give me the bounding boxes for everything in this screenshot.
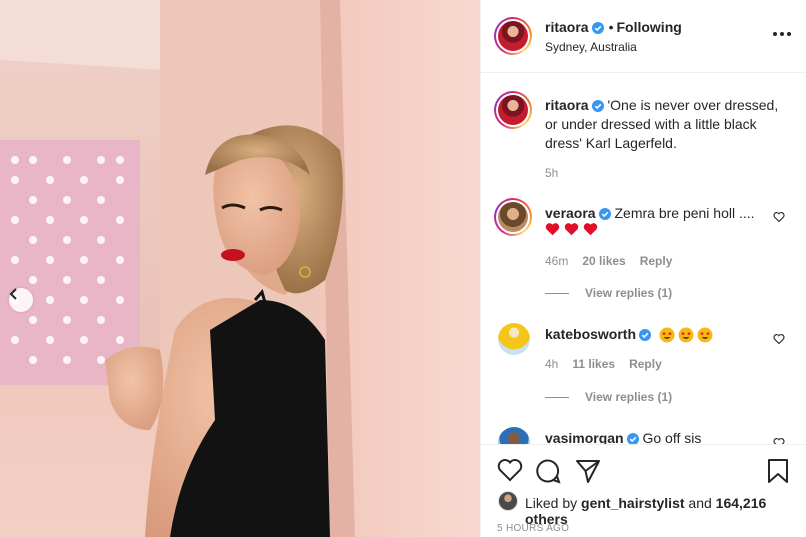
verified-badge-icon [598,208,611,220]
reply-button[interactable]: Reply [629,357,662,371]
post-location[interactable]: Sydney, Australia [545,40,637,54]
red-heart-emoji-icon [564,223,579,236]
header-separator: • [608,19,614,35]
liked-by-user[interactable]: gent_hairstylist [581,495,684,511]
like-heart-icon[interactable] [497,458,523,482]
post-side-panel: ritaora • Following Sydney, Australia rita… [480,0,806,537]
verified-badge-icon [639,328,652,341]
comment-avatar-vasimorgan[interactable] [498,427,530,444]
view-replies-button[interactable]: View replies (1) [545,286,672,300]
chevron-left-icon [9,288,17,300]
caption-username[interactable]: ritaora [545,97,589,113]
comment-avatar-katebosworth[interactable] [498,323,530,355]
save-bookmark-icon[interactable] [767,458,789,484]
author-avatar[interactable] [494,17,532,55]
comment-age[interactable]: 4h [545,357,558,371]
verified-badge-icon [591,100,604,112]
comment-meta: 46m 20 likes Reply [545,254,672,268]
comment-likes[interactable]: 11 likes [572,357,615,371]
red-heart-emoji-icon [583,223,598,236]
view-replies-label[interactable]: View replies (1) [585,286,672,300]
post-photo[interactable] [0,0,480,537]
comment-username[interactable]: vasimorgan [545,430,624,444]
comment-likes[interactable]: 20 likes [582,254,625,268]
caption-avatar[interactable] [494,91,532,129]
reply-button[interactable]: Reply [640,254,673,268]
star-struck-emoji-icon [678,327,694,342]
photo-illustration [0,0,480,537]
comment-text: Zemra bre peni holl .... [614,205,755,221]
verified-badge-icon [591,22,604,34]
author-username[interactable]: ritaora [545,19,589,35]
verified-badge-icon [626,433,639,444]
comment-bubble-icon[interactable] [535,458,561,484]
post-timestamp[interactable]: 5 hours ago [497,523,569,534]
previous-photo-button[interactable] [9,288,33,312]
comment-age[interactable]: 46m [545,254,568,268]
share-paper-plane-icon[interactable] [575,458,601,484]
caption-age[interactable]: 5h [545,166,558,180]
comment: veraora Zemra bre peni holl .... [545,204,755,223]
comment-meta: 4h 11 likes Reply [545,357,662,371]
comment-text: Go off sis [642,430,702,444]
liked-by-conj: and [688,495,712,511]
star-struck-emoji-icon [659,327,675,342]
comment-username[interactable]: katebosworth [545,325,636,344]
header-title-line: ritaora • Following [545,19,682,35]
comment-emoji-hearts [545,222,598,236]
comment: vasimorgan Go off sis [545,429,701,444]
view-replies-button[interactable]: View replies (1) [545,390,672,404]
following-button[interactable]: Following [616,19,681,35]
like-comment-heart-icon[interactable] [773,211,785,223]
post-actions: Liked by gent_hairstylist and 164,216 ot… [481,444,806,537]
caption: ritaora 'One is never over dressed, or u… [545,96,781,153]
star-struck-emoji-icon [697,327,713,342]
comment-avatar-veraora[interactable] [494,198,532,236]
comment-username[interactable]: veraora [545,205,596,221]
liked-by-avatar[interactable] [498,491,518,511]
star-struck-emoji-row [659,327,713,343]
comments-list[interactable]: ritaora 'One is never over dressed, or u… [481,74,806,444]
red-heart-emoji-icon [545,223,560,236]
post-header: ritaora • Following Sydney, Australia [481,0,806,73]
like-comment-heart-icon[interactable] [773,437,785,444]
more-options-icon[interactable] [773,32,791,36]
post-container: ritaora • Following Sydney, Australia rita… [0,0,806,537]
like-comment-heart-icon[interactable] [773,333,785,345]
view-replies-label[interactable]: View replies (1) [585,390,672,404]
liked-by-prefix: Liked by [525,495,578,511]
comment: katebosworth [545,325,713,344]
